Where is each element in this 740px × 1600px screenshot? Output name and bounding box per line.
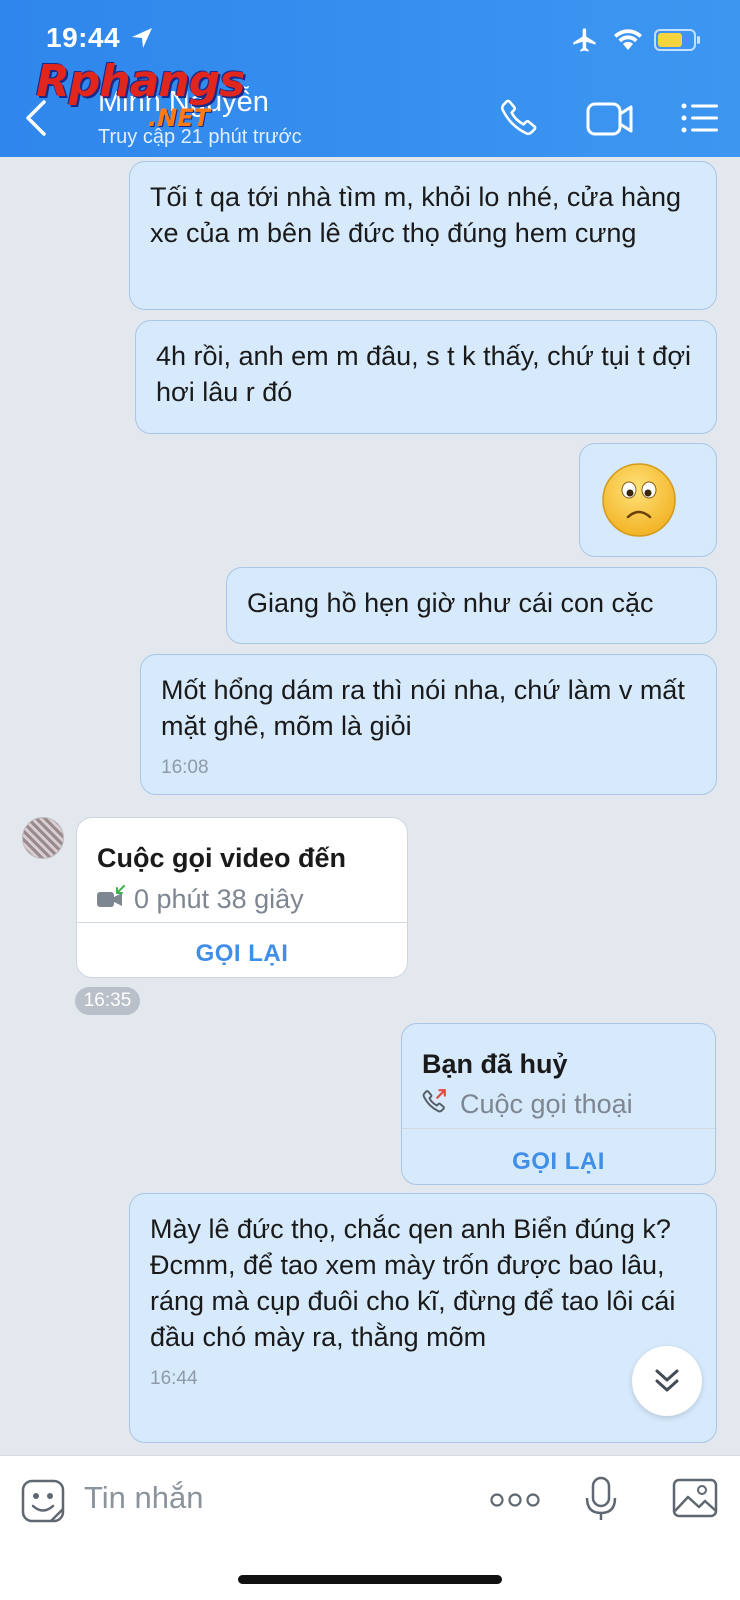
avatar[interactable] — [22, 817, 64, 859]
outgoing-message[interactable]: Tối t qa tới nhà tìm m, khỏi lo nhé, cửa… — [129, 161, 717, 310]
call-title: Bạn đã huỷ — [422, 1049, 568, 1079]
call-duration: 0 phút 38 giây — [134, 884, 304, 914]
message-text: 4h rồi, anh em m đâu, s t k thấy, chứ tụ… — [156, 341, 692, 407]
more-options-icon[interactable] — [490, 1492, 540, 1508]
divider — [77, 922, 407, 923]
watermark-net-text: .NET — [148, 104, 210, 132]
message-text: Giang hồ hẹn giờ như cái con cặc — [247, 588, 654, 618]
message-input[interactable]: Tin nhắn — [84, 1480, 204, 1516]
phone-icon[interactable] — [498, 96, 540, 138]
double-chevron-down-icon — [655, 1369, 679, 1392]
message-time-badge: 16:35 — [75, 987, 140, 1015]
message-text: Mày lê đức thọ, chắc qen anh Biển đúng k… — [150, 1214, 676, 1352]
menu-list-icon[interactable] — [680, 102, 720, 134]
image-gallery-icon[interactable] — [672, 1478, 718, 1518]
microphone-icon[interactable] — [584, 1476, 618, 1522]
call-back-button[interactable]: GỌI LẠI — [402, 1144, 715, 1180]
outgoing-message[interactable]: 4h rồi, anh em m đâu, s t k thấy, chứ tụ… — [135, 320, 717, 434]
watermark-logo: Rphangs .NET — [36, 56, 276, 136]
status-time: 19:44 — [46, 22, 121, 53]
divider — [402, 1128, 715, 1129]
incoming-video-call-icon — [97, 885, 125, 907]
battery-icon — [654, 29, 700, 51]
call-title: Cuộc gọi video đến — [97, 843, 347, 873]
outgoing-message[interactable]: Mốt hổng dám ra thì nói nha, chứ làm v m… — [140, 654, 717, 795]
scroll-to-bottom-button[interactable] — [632, 1346, 702, 1416]
location-arrow-icon — [132, 28, 152, 48]
video-camera-icon[interactable] — [586, 100, 634, 138]
cancelled-call-icon — [422, 1089, 446, 1113]
message-input-bar: Tin nhắn — [0, 1455, 740, 1600]
call-back-button[interactable]: GỌI LẠI — [77, 936, 407, 972]
message-text: Tối t qa tới nhà tìm m, khỏi lo nhé, cửa… — [150, 182, 682, 248]
sticker-icon[interactable] — [21, 1479, 65, 1523]
message-time: 16:44 — [150, 1368, 198, 1389]
incoming-video-call-card: Cuộc gọi video đến 0 phút 38 giây GỌI LẠ… — [76, 817, 408, 978]
outgoing-sticker-message[interactable] — [579, 443, 717, 557]
watermark-main-text: Rphangs — [36, 56, 245, 107]
message-text: Mốt hổng dám ra thì nói nha, chứ làm v m… — [161, 675, 685, 741]
chat-header: 19:44 Minh Nguyễn Truy cập 21 phút trước… — [0, 0, 740, 157]
wifi-icon — [614, 29, 642, 50]
home-indicator — [238, 1575, 502, 1584]
outgoing-message[interactable]: Mày lê đức thọ, chắc qen anh Biển đúng k… — [129, 1193, 717, 1443]
message-time: 16:08 — [161, 757, 209, 778]
cancelled-call-card: Bạn đã huỷ Cuộc gọi thoại GỌI LẠI — [401, 1023, 716, 1185]
sad-face-emoji — [602, 463, 676, 537]
outgoing-message[interactable]: Giang hồ hẹn giờ như cái con cặc — [226, 567, 717, 644]
call-type: Cuộc gọi thoại — [460, 1089, 633, 1119]
airplane-mode-icon — [573, 28, 596, 52]
